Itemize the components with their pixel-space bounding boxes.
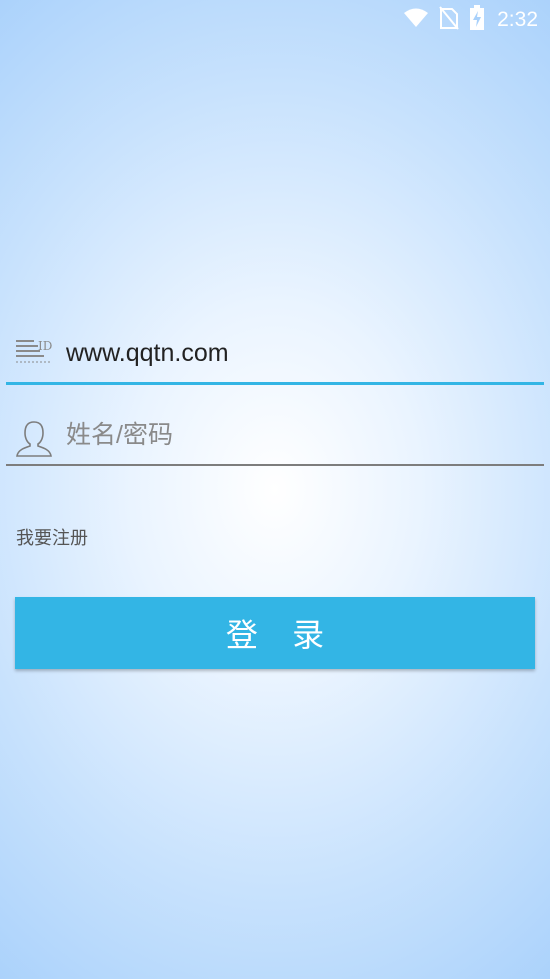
account-input[interactable] xyxy=(66,330,536,376)
battery-charging-icon xyxy=(469,5,485,35)
status-icons: 2:32 xyxy=(403,5,538,35)
password-input[interactable] xyxy=(66,412,536,458)
status-bar: 2:32 xyxy=(0,0,550,40)
login-button[interactable]: 登 录 xyxy=(15,597,535,669)
account-field[interactable]: ID xyxy=(6,326,544,385)
wifi-icon xyxy=(403,7,429,33)
register-link[interactable]: 我要注册 xyxy=(16,524,88,550)
svg-text:ID: ID xyxy=(38,339,52,353)
status-time: 2:32 xyxy=(497,8,538,31)
user-icon xyxy=(14,418,54,457)
password-field[interactable] xyxy=(6,408,544,466)
id-card-icon: ID xyxy=(14,336,54,372)
no-sim-icon xyxy=(439,6,459,34)
